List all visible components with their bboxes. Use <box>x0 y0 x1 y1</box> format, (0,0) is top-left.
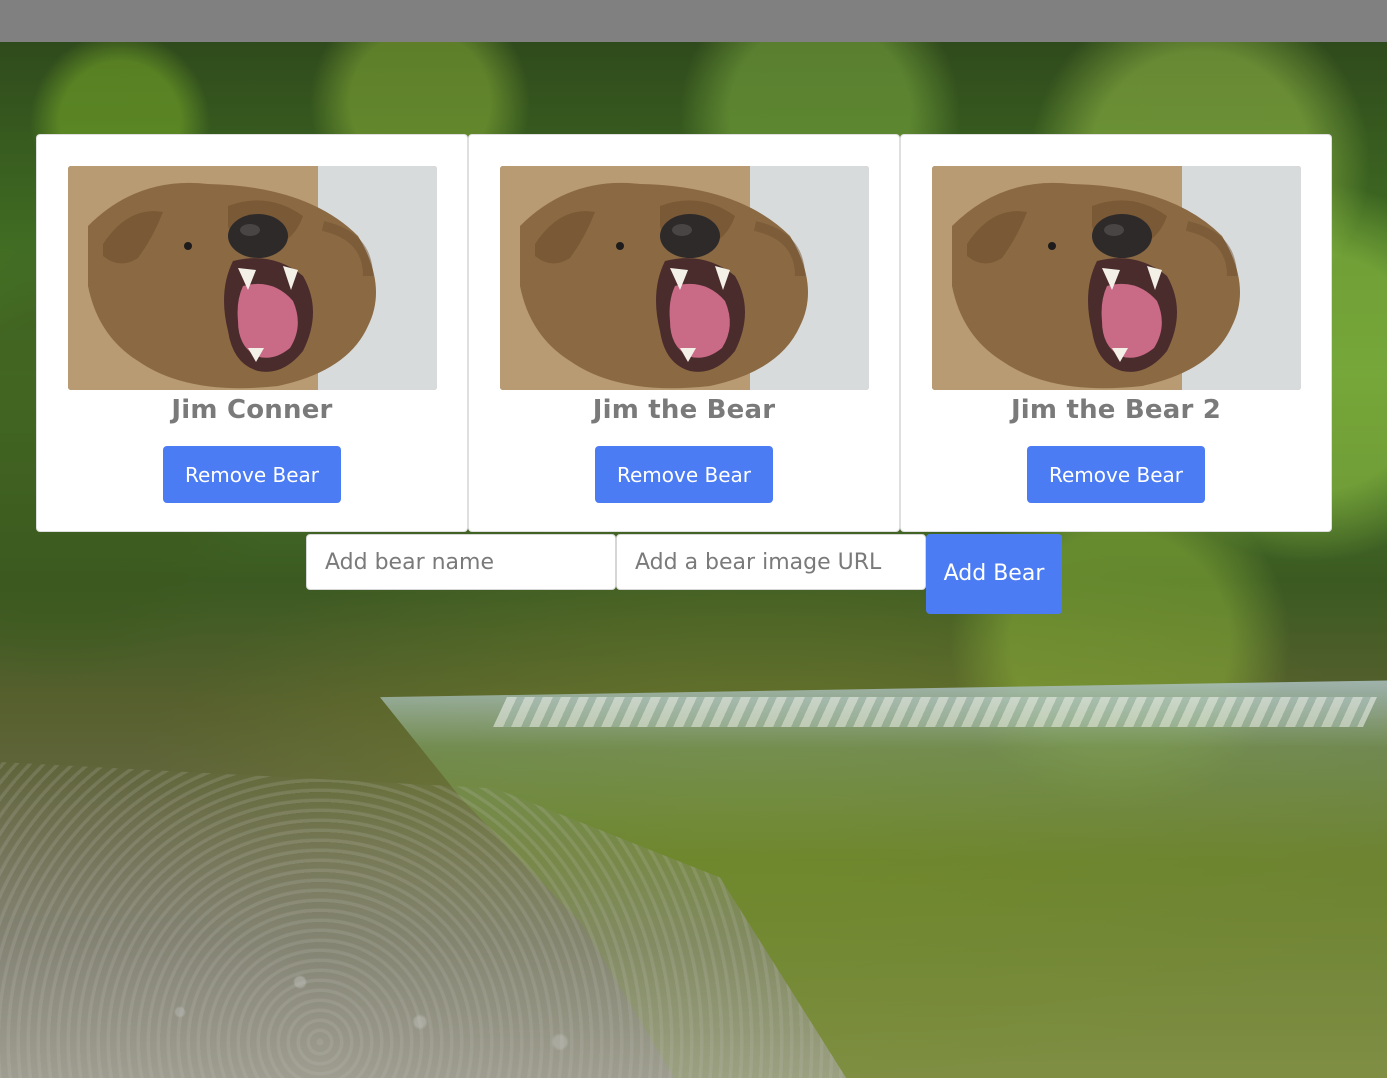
bear-image <box>67 166 437 390</box>
bear-cards: Jim Conner Remove Bear Jim the Bear Remo… <box>36 134 1332 532</box>
bear-image <box>931 166 1301 390</box>
remove-bear-button[interactable]: Remove Bear <box>163 446 341 503</box>
bear-illustration <box>67 166 437 390</box>
add-bear-button[interactable]: Add Bear <box>926 534 1062 614</box>
bear-name-input[interactable] <box>306 534 616 590</box>
bear-card: Jim the Bear Remove Bear <box>468 134 900 532</box>
bear-name: Jim Conner <box>171 395 333 425</box>
add-bear-form: Add Bear <box>306 534 1062 614</box>
bear-illustration <box>931 166 1301 390</box>
remove-bear-button[interactable]: Remove Bear <box>1027 446 1205 503</box>
bear-name: Jim the Bear <box>592 395 776 425</box>
bear-image-url-input[interactable] <box>616 534 926 590</box>
bear-card: Jim Conner Remove Bear <box>36 134 468 532</box>
bear-name: Jim the Bear 2 <box>1010 395 1222 425</box>
bear-card: Jim the Bear 2 Remove Bear <box>900 134 1332 532</box>
top-bar <box>0 0 1387 42</box>
remove-bear-button[interactable]: Remove Bear <box>595 446 773 503</box>
bear-image <box>499 166 869 390</box>
river-rapids <box>493 697 1377 727</box>
bear-illustration <box>499 166 869 390</box>
